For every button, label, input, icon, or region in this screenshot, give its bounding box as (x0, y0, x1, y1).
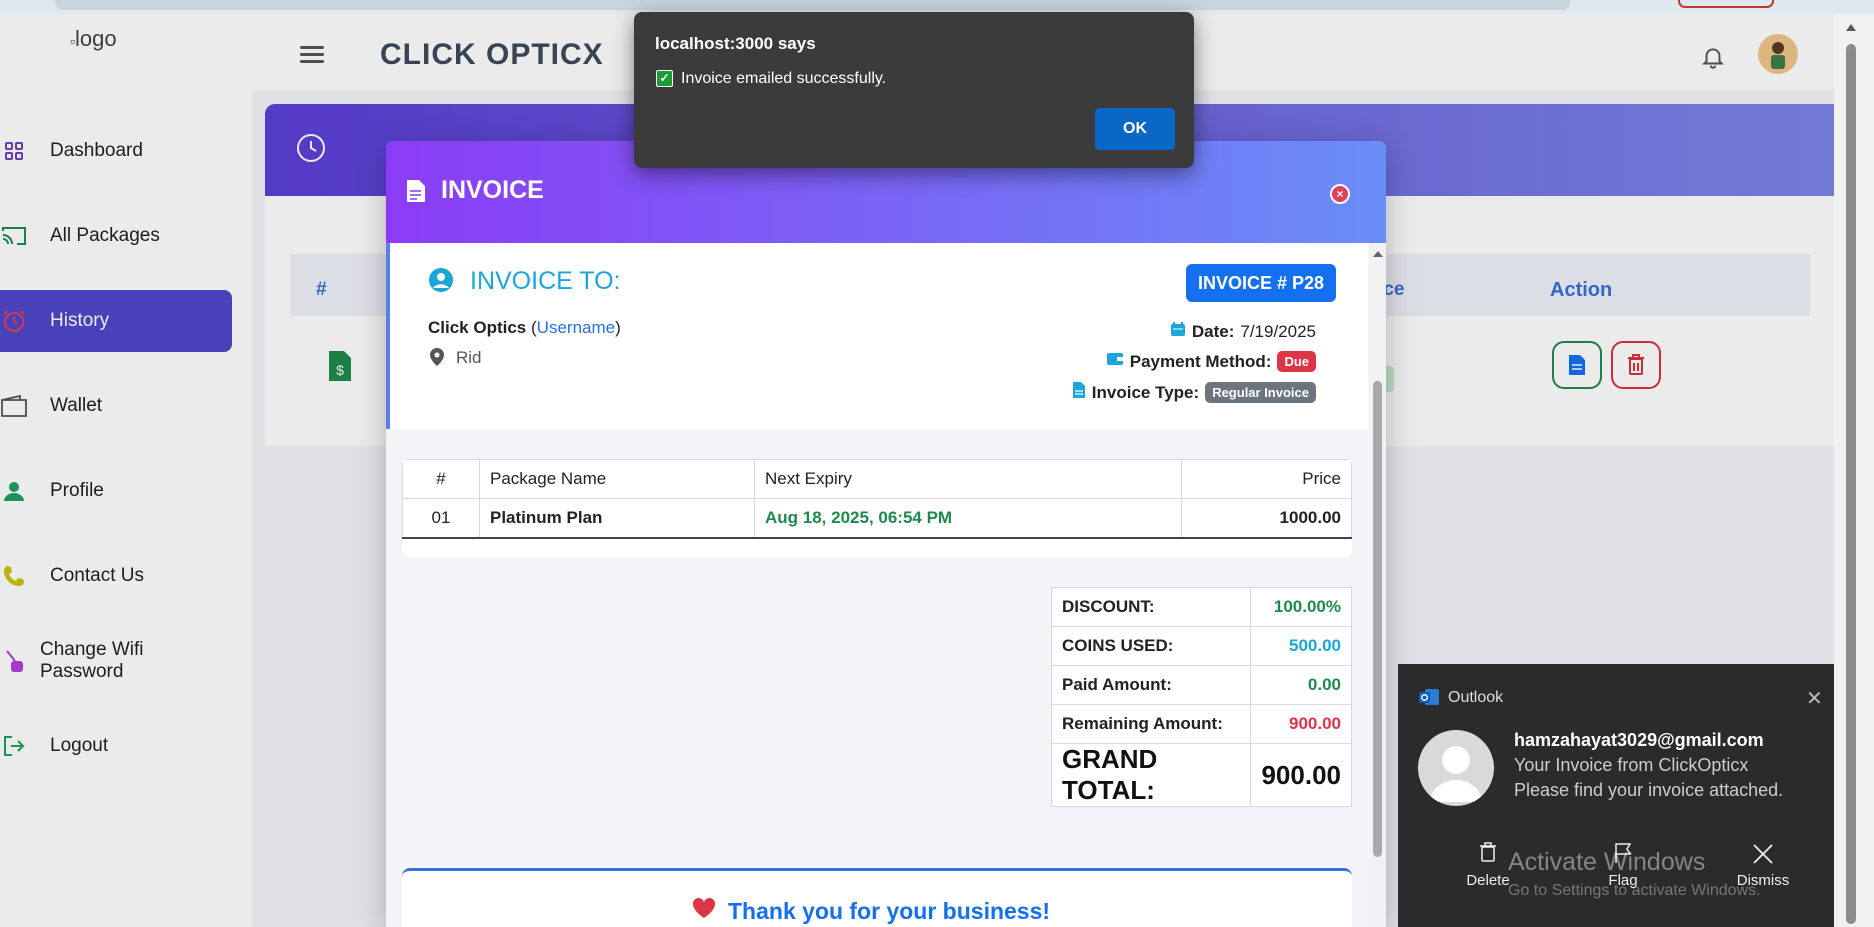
items-header-row: # Package Name Next Expiry Price (402, 459, 1352, 499)
grand-total-label: GRAND TOTAL: (1050, 743, 1252, 807)
items-header-price: Price (1181, 459, 1352, 499)
customer-location: Rid (456, 348, 482, 367)
coins-row: COINS USED: 500.00 (1050, 626, 1352, 666)
close-icon[interactable]: × (1330, 184, 1350, 204)
map-pin-icon (430, 348, 444, 371)
invoice-modal: INVOICE × INVOICE TO: Click Optics (User… (386, 141, 1386, 927)
customer-name-text: Click Optics (428, 318, 527, 337)
discount-row: DISCOUNT: 100.00% (1050, 587, 1352, 627)
alert-title: localhost:3000 says (655, 34, 816, 53)
paid-row: Paid Amount: 0.00 (1050, 665, 1352, 705)
delete-label: Delete (1466, 872, 1510, 889)
invoice-date-row: Date: 7/19/2025 (1170, 321, 1316, 342)
alert-ok-button[interactable]: OK (1095, 108, 1175, 150)
windows-activation-title: Activate Windows (1508, 848, 1706, 876)
alert-message: Invoice emailed successfully. (681, 70, 887, 87)
check-icon: ✓ (656, 70, 673, 87)
item-package-name: Platinum Plan (479, 498, 755, 539)
modal-scrollbar[interactable] (1370, 243, 1386, 927)
grand-total-row: GRAND TOTAL: 900.00 (1050, 743, 1352, 807)
user-circle-icon (428, 267, 454, 298)
thank-you-message: Thank you for your business! (692, 897, 1050, 925)
invoice-type-label: Invoice Type: (1091, 382, 1200, 402)
date-value: 7/19/2025 (1240, 321, 1316, 341)
item-price: 1000.00 (1181, 498, 1352, 539)
document-icon (406, 179, 426, 208)
invoice-type-row: Invoice Type: Regular Invoice (1072, 381, 1316, 404)
scroll-up-arrow-icon[interactable] (1373, 251, 1383, 257)
wallet-icon (1106, 351, 1124, 372)
items-header-number: # (402, 459, 480, 499)
notification-sender: hamzahayat3029@gmail.com (1514, 730, 1764, 750)
thank-you-footer: Thank you for your business! (402, 868, 1352, 927)
heart-icon (692, 897, 716, 925)
coins-value: 500.00 (1250, 626, 1352, 666)
close-icon[interactable]: ✕ (1806, 686, 1823, 711)
username-link[interactable]: Username (537, 318, 615, 337)
invoice-to-label: INVOICE TO: (470, 267, 621, 295)
browser-alert-dialog: localhost:3000 says ✓ Invoice emailed su… (634, 12, 1194, 168)
date-label: Date: (1191, 321, 1235, 341)
table-row: 01 Platinum Plan Aug 18, 2025, 06:54 PM … (402, 498, 1352, 539)
remaining-row: Remaining Amount: 900.00 (1050, 704, 1352, 744)
invoice-items-table: # Package Name Next Expiry Price 01 Plat… (402, 459, 1352, 557)
customer-name: Click Optics (Username) (428, 318, 621, 337)
payment-method-label: Payment Method: (1129, 351, 1272, 371)
dismiss-x-icon (1718, 842, 1808, 872)
items-header-package: Package Name (479, 459, 755, 499)
page-scrollbar[interactable] (1834, 14, 1874, 927)
address-bar[interactable] (55, 0, 1570, 10)
paid-label: Paid Amount: (1050, 665, 1252, 705)
notification-subject: Your Invoice from ClickOpticx (1514, 755, 1749, 775)
windows-activation-hint: Go to Settings to activate Windows. (1508, 882, 1761, 899)
sender-avatar (1418, 730, 1494, 806)
thank-you-text: Thank you for your business! (728, 897, 1051, 924)
item-number: 01 (402, 498, 480, 539)
paid-value: 0.00 (1250, 665, 1352, 705)
remaining-value: 900.00 (1250, 704, 1352, 744)
items-header-expiry: Next Expiry (754, 459, 1182, 499)
calendar-icon (1170, 321, 1186, 342)
grand-total-value: 900.00 (1250, 743, 1352, 807)
file-icon (1072, 381, 1086, 404)
discount-label: DISCOUNT: (1050, 587, 1252, 627)
modal-scrollbar-thumb[interactable] (1373, 381, 1382, 857)
discount-value: 100.00% (1250, 587, 1352, 627)
invoice-totals-table: DISCOUNT: 100.00% COINS USED: 500.00 Pai… (1050, 587, 1352, 807)
payment-method-row: Payment Method: Due (1106, 351, 1316, 372)
page-scroll-up-icon[interactable] (1846, 24, 1856, 31)
page-scrollbar-thumb[interactable] (1846, 44, 1856, 924)
coins-label: COINS USED: (1050, 626, 1252, 666)
payment-status-badge: Due (1277, 351, 1316, 372)
outlook-icon (1418, 688, 1439, 706)
notification-app-name: Outlook (1448, 689, 1504, 706)
browser-profile-button[interactable] (1678, 0, 1774, 8)
remaining-label: Remaining Amount: (1050, 704, 1252, 744)
invoice-number-badge: INVOICE # P28 (1186, 264, 1336, 302)
notification-body: Please find your invoice attached. (1514, 780, 1784, 800)
item-next-expiry: Aug 18, 2025, 06:54 PM (754, 498, 1182, 539)
invoice-modal-title: INVOICE (441, 176, 544, 204)
invoice-to-card: INVOICE TO: Click Optics (Username) Rid … (386, 243, 1368, 429)
invoice-type-badge: Regular Invoice (1205, 382, 1316, 403)
